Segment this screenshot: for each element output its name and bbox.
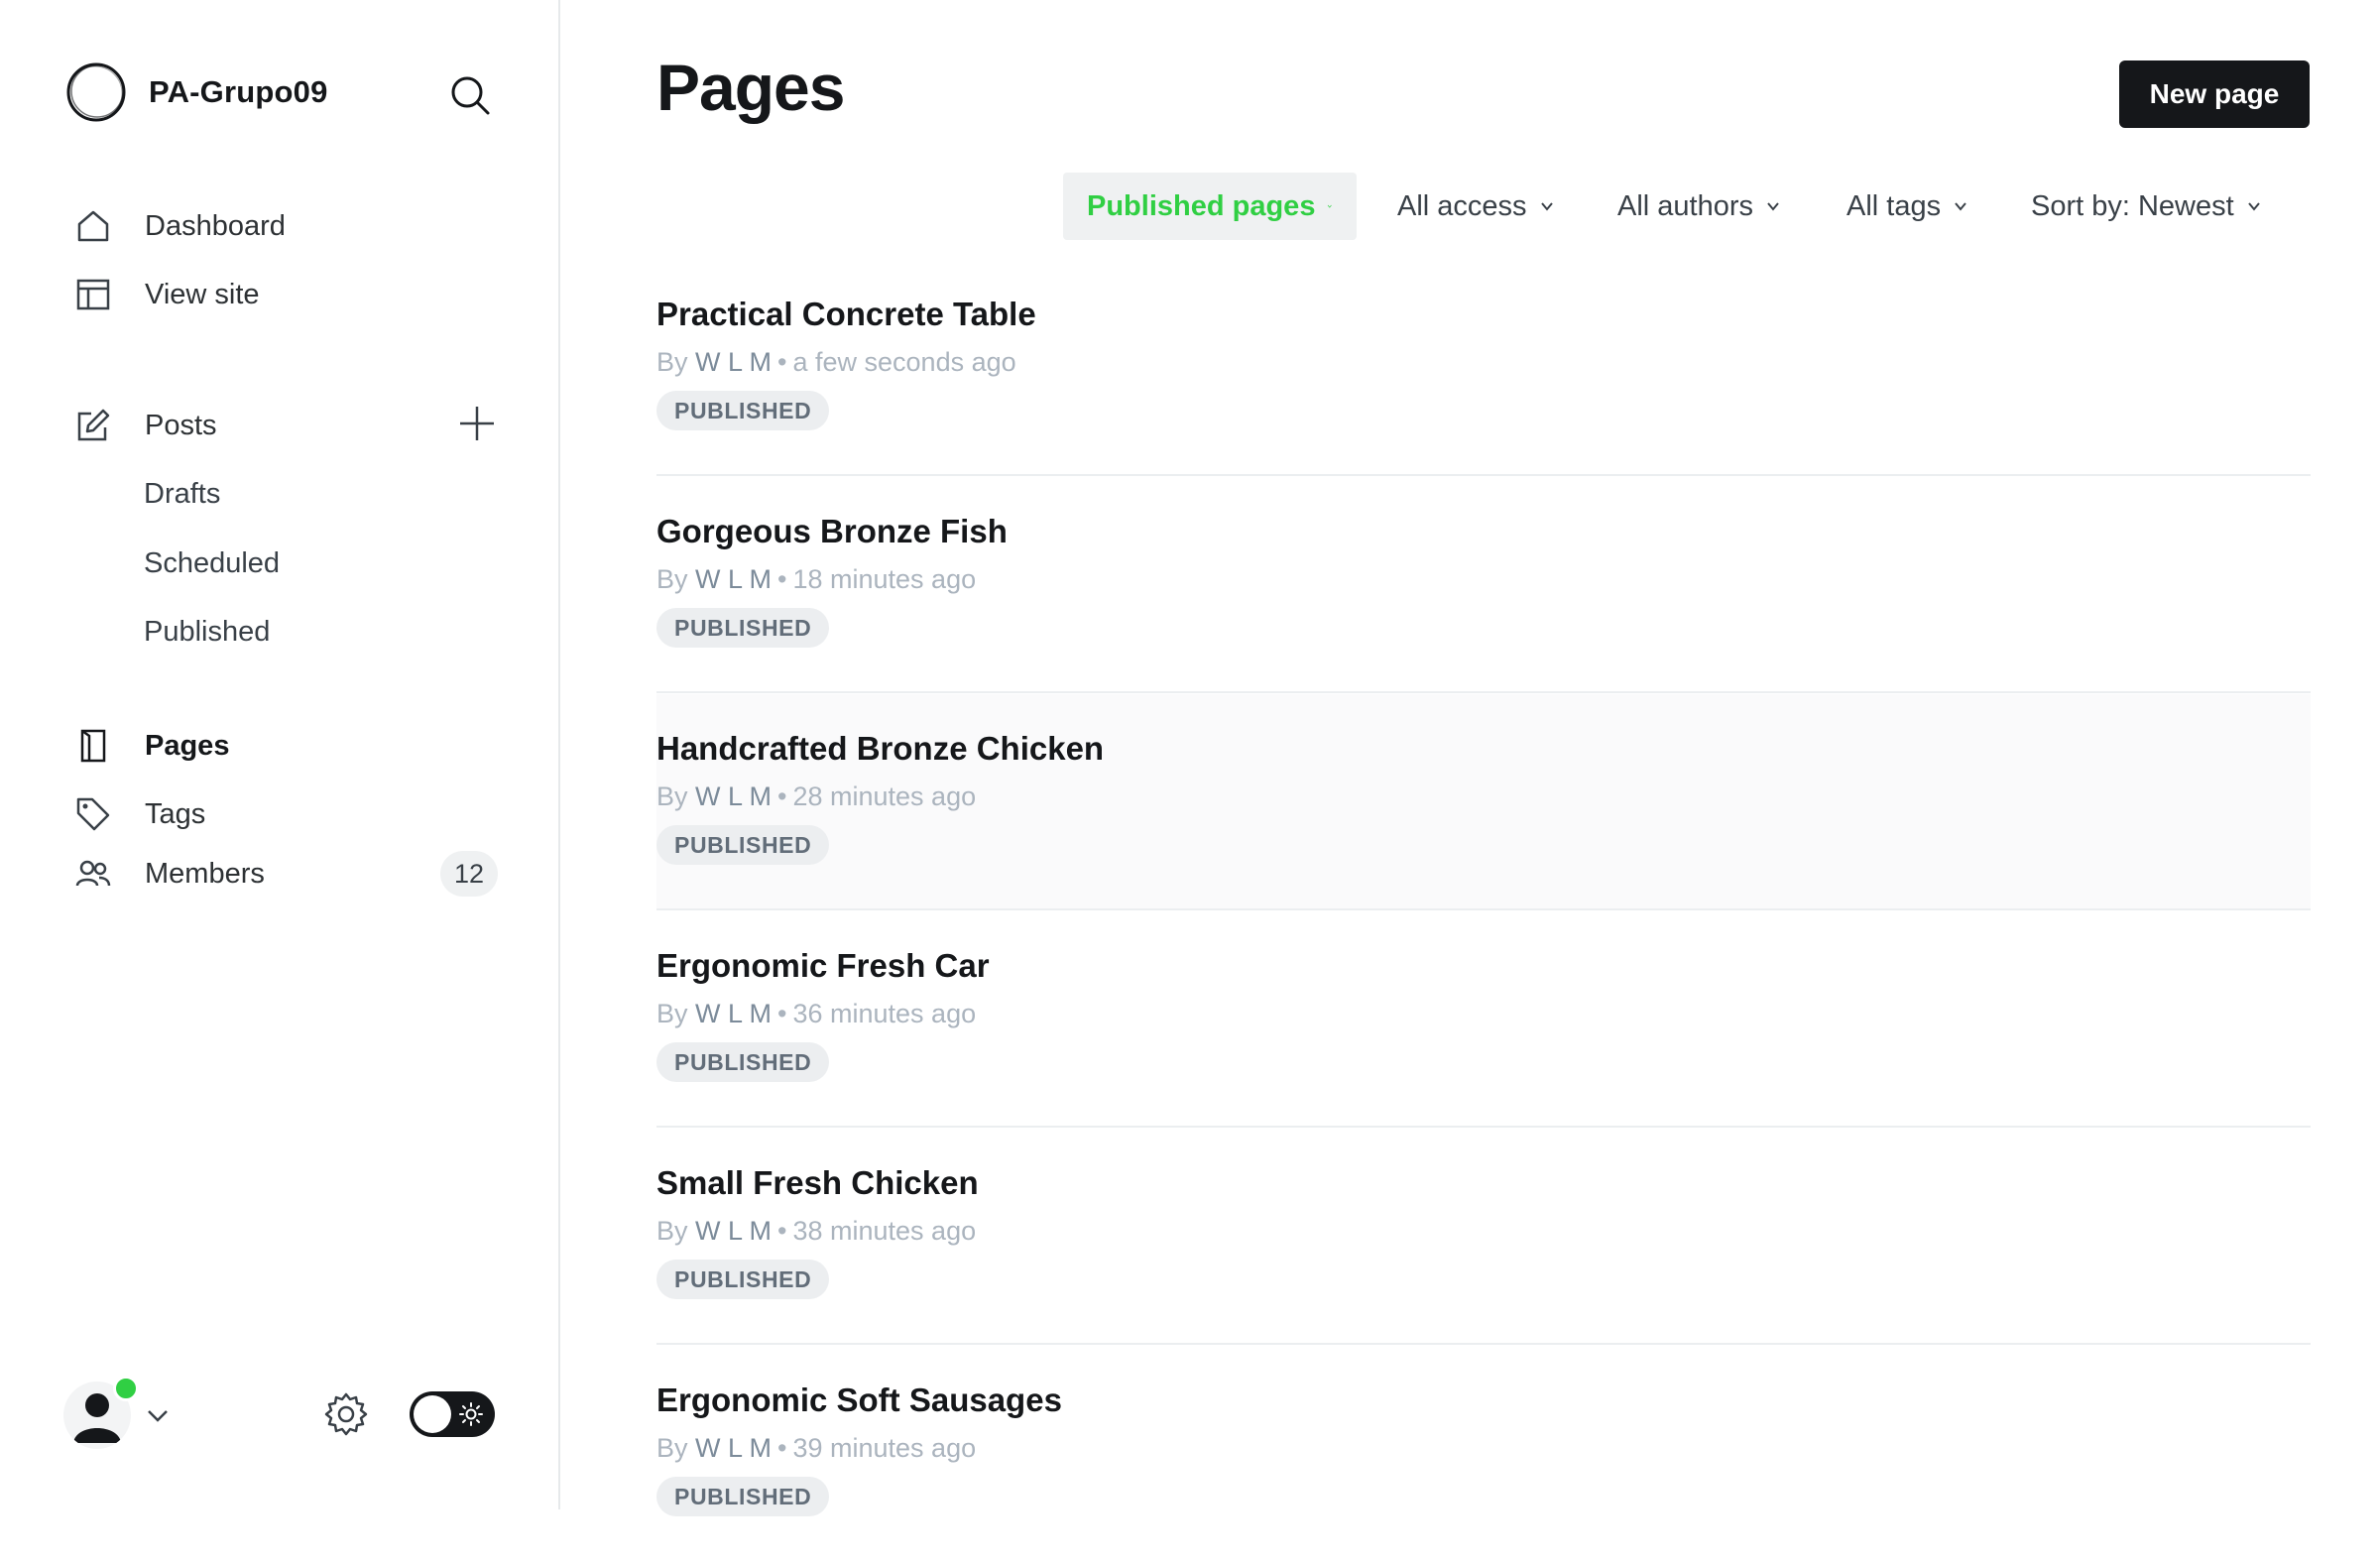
members-count-badge: 12 bbox=[440, 851, 498, 897]
filter-access-label: All access bbox=[1397, 189, 1527, 222]
post-title: Small Fresh Chicken bbox=[656, 1164, 979, 1201]
status-badge: PUBLISHED bbox=[656, 1042, 830, 1082]
filter-authors-dropdown[interactable]: All authors bbox=[1617, 173, 1781, 240]
site-name: PA-Grupo09 bbox=[149, 74, 328, 109]
nav-members[interactable]: Members bbox=[75, 849, 265, 899]
filter-type-label: Published pages bbox=[1087, 189, 1316, 222]
status-badge: PUBLISHED bbox=[656, 1477, 830, 1516]
post-title: Gorgeous Bronze Fish bbox=[656, 513, 1008, 549]
post-time: 36 minutes ago bbox=[792, 999, 977, 1028]
nav-posts-label: Posts bbox=[145, 409, 217, 441]
nav-tags[interactable]: Tags bbox=[75, 789, 205, 839]
theme-toggle[interactable] bbox=[410, 1391, 495, 1437]
view-site-icon bbox=[75, 277, 111, 312]
nav-pages-label: Pages bbox=[145, 729, 230, 762]
filter-authors-label: All authors bbox=[1617, 189, 1754, 222]
chevron-down-icon[interactable] bbox=[145, 1402, 171, 1428]
post-meta: By W L M • 36 minutes ago bbox=[656, 999, 977, 1028]
tag-icon bbox=[75, 796, 111, 832]
gear-icon[interactable] bbox=[323, 1391, 369, 1437]
post-meta: By W L M • 38 minutes ago bbox=[656, 1216, 977, 1246]
post-by: By bbox=[656, 1216, 688, 1246]
post-meta: By W L M • 39 minutes ago bbox=[656, 1433, 977, 1463]
list-item[interactable]: Small Fresh Chicken By W L M • 38 minutes … bbox=[656, 1129, 2311, 1345]
list-item[interactable]: Ergonomic Soft Sausages By W L M • 39 minu… bbox=[656, 1346, 2311, 1562]
filter-tags-dropdown[interactable]: All tags bbox=[1846, 173, 1968, 240]
post-meta: By W L M • a few seconds ago bbox=[656, 347, 1016, 377]
sort-label: Sort by: Newest bbox=[2031, 189, 2234, 222]
nav-view-site[interactable]: View site bbox=[75, 270, 260, 319]
nav-tags-label: Tags bbox=[145, 797, 206, 830]
nav-published[interactable]: Published bbox=[144, 609, 270, 655]
post-author: W L M bbox=[695, 781, 773, 811]
post-time: a few seconds ago bbox=[792, 347, 1016, 377]
post-time: 18 minutes ago bbox=[792, 564, 977, 594]
post-time: 28 minutes ago bbox=[792, 781, 977, 811]
chevron-down-icon bbox=[2247, 202, 2260, 211]
home-icon bbox=[75, 208, 111, 244]
nav-dashboard[interactable]: Dashboard bbox=[75, 201, 286, 251]
edit-icon bbox=[75, 408, 111, 443]
post-title: Ergonomic Soft Sausages bbox=[656, 1382, 1062, 1418]
status-badge: PUBLISHED bbox=[656, 1260, 830, 1299]
post-author: W L M bbox=[695, 564, 773, 594]
brand-logo-icon bbox=[66, 62, 126, 122]
toggle-knob bbox=[414, 1395, 451, 1433]
post-title: Handcrafted Bronze Chicken bbox=[656, 730, 1105, 767]
post-meta: By W L M • 28 minutes ago bbox=[656, 781, 977, 811]
sort-dropdown[interactable]: Sort by: Newest bbox=[2031, 173, 2262, 240]
status-badge: PUBLISHED bbox=[656, 825, 830, 865]
list-item[interactable]: Ergonomic Fresh Car By W L M • 36 minutes … bbox=[656, 911, 2311, 1128]
nav-drafts[interactable]: Drafts bbox=[144, 471, 220, 517]
nav-posts[interactable]: Posts bbox=[75, 401, 217, 450]
filter-tags-label: All tags bbox=[1846, 189, 1942, 222]
pages-icon bbox=[75, 728, 111, 764]
sun-icon bbox=[459, 1402, 483, 1426]
chevron-down-icon bbox=[1328, 204, 1333, 208]
post-by: By bbox=[656, 1433, 688, 1463]
filter-access-dropdown[interactable]: All access bbox=[1397, 173, 1555, 240]
post-by: By bbox=[656, 347, 688, 377]
post-by: By bbox=[656, 999, 688, 1028]
page-title: Pages bbox=[656, 51, 845, 124]
chevron-down-icon bbox=[1540, 202, 1553, 211]
brand[interactable]: PA-Grupo09 bbox=[65, 61, 328, 123]
plus-icon[interactable] bbox=[456, 403, 498, 444]
sidebar: PA-Grupo09 Dashboard View site Posts Dra… bbox=[0, 0, 560, 1509]
post-by: By bbox=[656, 781, 688, 811]
post-title: Ergonomic Fresh Car bbox=[656, 947, 990, 984]
status-badge: PUBLISHED bbox=[656, 391, 830, 430]
status-badge: PUBLISHED bbox=[656, 608, 830, 648]
members-icon bbox=[75, 856, 111, 892]
post-time: 39 minutes ago bbox=[792, 1433, 977, 1463]
post-author: W L M bbox=[695, 999, 773, 1028]
nav-scheduled[interactable]: Scheduled bbox=[144, 541, 280, 586]
post-author: W L M bbox=[695, 347, 773, 377]
nav-view-site-label: View site bbox=[145, 278, 260, 310]
search-icon[interactable] bbox=[448, 73, 492, 117]
nav-members-label: Members bbox=[145, 857, 265, 890]
online-status-dot bbox=[113, 1376, 139, 1401]
list-item[interactable]: Gorgeous Bronze Fish By W L M • 18 minutes… bbox=[656, 477, 2311, 693]
nav-pages[interactable]: Pages bbox=[75, 721, 229, 771]
post-time: 38 minutes ago bbox=[792, 1216, 977, 1246]
post-title: Practical Concrete Table bbox=[656, 296, 1036, 332]
chevron-down-icon bbox=[1767, 202, 1779, 211]
new-page-button[interactable]: New page bbox=[2119, 60, 2310, 128]
post-meta: By W L M • 18 minutes ago bbox=[656, 564, 977, 594]
filter-type-dropdown[interactable]: Published pages bbox=[1063, 173, 1357, 240]
nav-dashboard-label: Dashboard bbox=[145, 209, 286, 242]
post-author: W L M bbox=[695, 1216, 773, 1246]
chevron-down-icon bbox=[1955, 202, 1966, 211]
list-item[interactable]: Handcrafted Bronze Chicken By W L M • 28 m… bbox=[656, 694, 2311, 910]
post-by: By bbox=[656, 564, 688, 594]
list-item[interactable]: Practical Concrete Table By W L M • a few … bbox=[656, 260, 2311, 476]
post-author: W L M bbox=[695, 1433, 773, 1463]
